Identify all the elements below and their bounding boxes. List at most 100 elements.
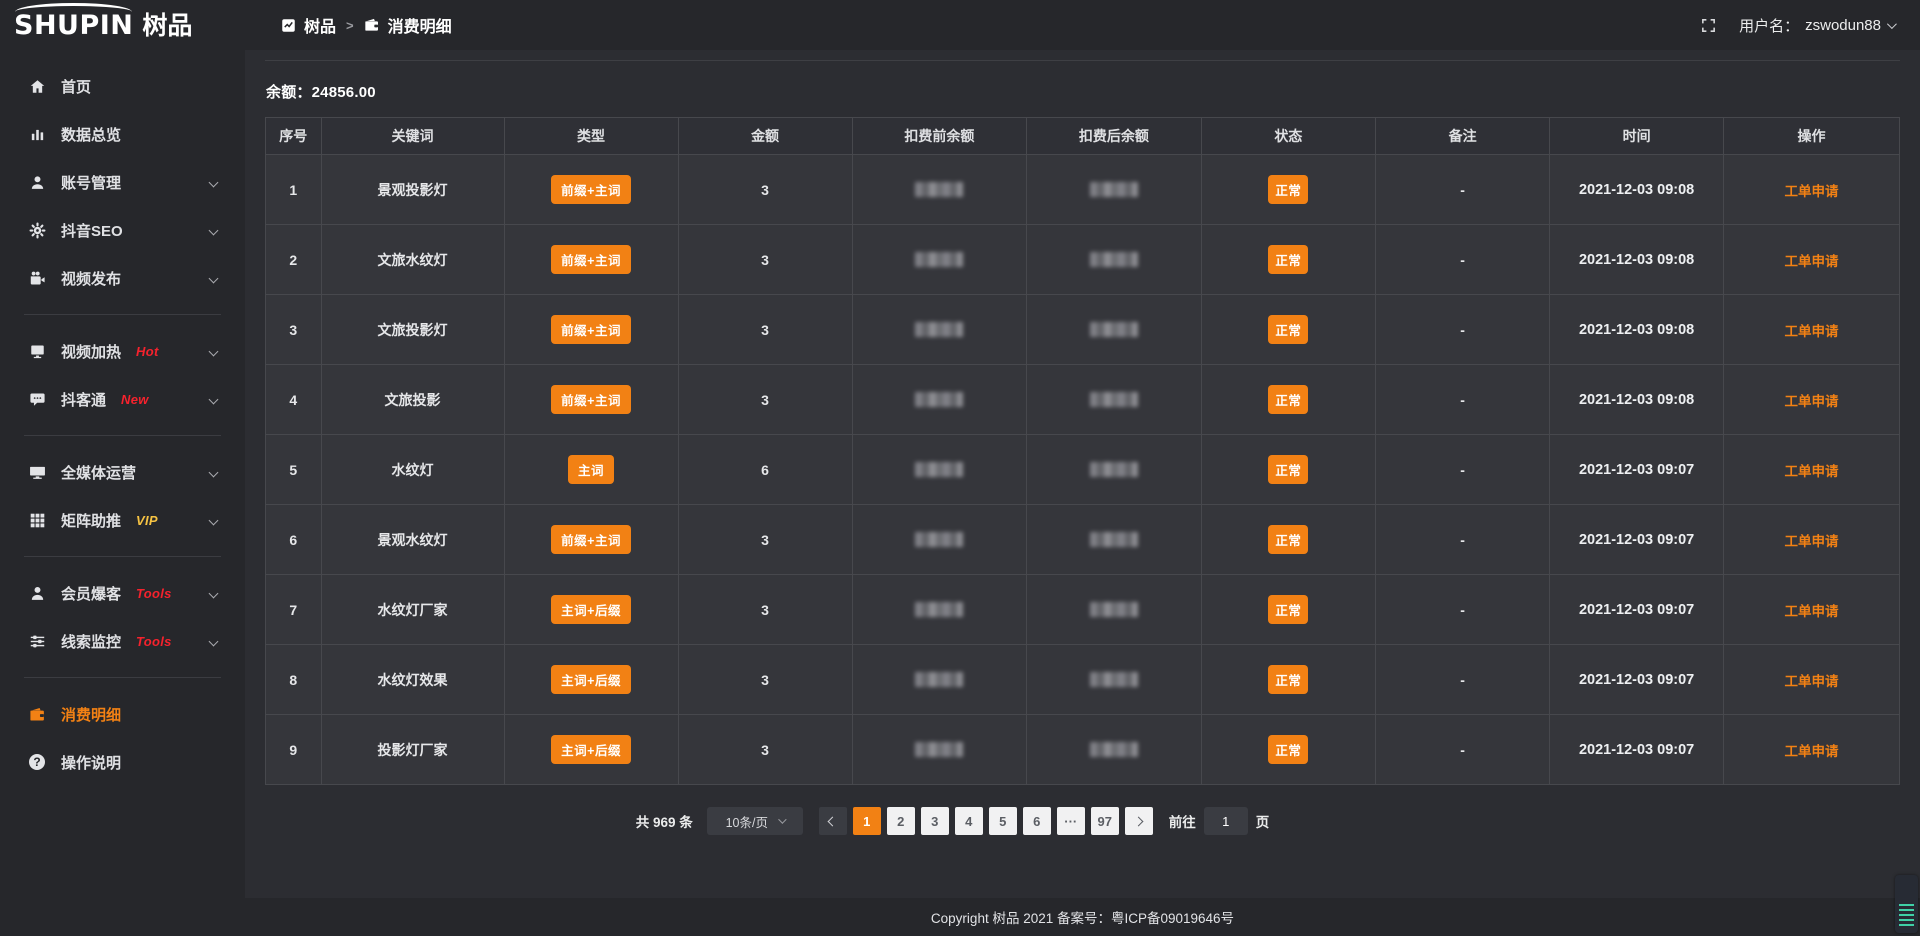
cell-remark: - — [1376, 295, 1550, 365]
ticket-apply-link[interactable]: 工单申请 — [1785, 604, 1839, 619]
ticket-apply-link[interactable]: 工单申请 — [1785, 674, 1839, 689]
ticket-apply-link[interactable]: 工单申请 — [1785, 184, 1839, 199]
cell-time: 2021-12-03 09:08 — [1550, 365, 1724, 435]
floating-widget[interactable] — [1895, 875, 1918, 933]
ticket-apply-link[interactable]: 工单申请 — [1785, 254, 1839, 269]
fullscreen-icon[interactable] — [1700, 17, 1717, 34]
column-header: 操作 — [1724, 118, 1900, 155]
sidebar-item-help[interactable]: ?操作说明 — [0, 738, 245, 786]
chevron-down-icon — [209, 515, 219, 525]
topbar-right: 用户名： zswodun88 — [1700, 15, 1920, 36]
sidebar-item-clue-monitor[interactable]: 线索监控Tools — [0, 617, 245, 665]
page-button-1[interactable]: 1 — [853, 807, 881, 835]
pagination: 共 969 条 10条/页 123456···97 前往 页 — [115, 807, 1790, 835]
user-icon — [28, 173, 46, 191]
column-header: 备注 — [1376, 118, 1550, 155]
sidebar-item-home[interactable]: 首页 — [0, 62, 245, 110]
ticket-apply-link[interactable]: 工单申请 — [1785, 394, 1839, 409]
cell-time: 2021-12-03 09:08 — [1550, 295, 1724, 365]
next-page-button[interactable] — [1125, 807, 1153, 835]
cell-action: 工单申请 — [1724, 155, 1900, 225]
sidebar-item-douketong[interactable]: 抖客通New — [0, 375, 245, 423]
cell-index: 2 — [266, 225, 322, 295]
censored-balance — [915, 252, 963, 267]
pagination-more-button[interactable]: ··· — [1057, 807, 1085, 835]
ticket-apply-link[interactable]: 工单申请 — [1785, 534, 1839, 549]
username: zswodun88 — [1805, 17, 1881, 34]
user-menu[interactable]: 用户名： zswodun88 — [1739, 15, 1894, 36]
ticket-apply-link[interactable]: 工单申请 — [1785, 324, 1839, 339]
page-button-2[interactable]: 2 — [887, 807, 915, 835]
cell-balance-after — [1027, 225, 1202, 295]
sidebar-item-consume-detail[interactable]: 消费明细 — [0, 690, 245, 738]
table-row: 5水纹灯主词6正常-2021-12-03 09:07工单申请 — [266, 435, 1900, 505]
goto-page-input[interactable] — [1204, 807, 1248, 835]
grid-icon — [28, 511, 46, 529]
page-button-5[interactable]: 5 — [989, 807, 1017, 835]
cell-amount: 3 — [678, 505, 852, 575]
cell-remark: - — [1376, 645, 1550, 715]
cell-keyword: 景观投影灯 — [321, 155, 504, 225]
cell-action: 工单申请 — [1724, 505, 1900, 575]
column-header: 类型 — [504, 118, 678, 155]
sidebar-divider — [24, 677, 221, 678]
cell-status: 正常 — [1201, 715, 1376, 785]
censored-balance — [915, 322, 963, 337]
logo-arc — [15, 3, 132, 13]
consumption-table: 序号关键词类型金额扣费前余额扣费后余额状态备注时间操作 1景观投影灯前缀+主词3… — [265, 117, 1900, 785]
prev-page-button[interactable] — [819, 807, 847, 835]
page-size-select[interactable]: 10条/页 — [707, 807, 803, 835]
brand-logo[interactable]: SHUPIN 树品 — [0, 12, 245, 39]
page-button-4[interactable]: 4 — [955, 807, 983, 835]
sidebar-item-account-manage[interactable]: 账号管理 — [0, 158, 245, 206]
sidebar-item-label: 数据总览 — [61, 124, 121, 145]
cell-index: 8 — [266, 645, 322, 715]
cell-balance-before — [852, 435, 1027, 505]
cell-balance-before — [852, 645, 1027, 715]
page-button-6[interactable]: 6 — [1023, 807, 1051, 835]
type-badge: 主词+后缀 — [551, 595, 631, 624]
sidebar-item-tag: Tools — [136, 586, 172, 601]
sidebar-item-data-overview[interactable]: 数据总览 — [0, 110, 245, 158]
cell-type: 主词+后缀 — [504, 645, 678, 715]
cell-type: 主词+后缀 — [504, 575, 678, 645]
cell-type: 前缀+主词 — [504, 295, 678, 365]
cell-remark: - — [1376, 575, 1550, 645]
sidebar-item-video-publish[interactable]: 视频发布 — [0, 254, 245, 302]
cell-status: 正常 — [1201, 645, 1376, 715]
censored-balance — [1090, 392, 1138, 407]
cell-remark: - — [1376, 365, 1550, 435]
ticket-apply-link[interactable]: 工单申请 — [1785, 464, 1839, 479]
page-button-97[interactable]: 97 — [1091, 807, 1119, 835]
table-row: 1景观投影灯前缀+主词3正常-2021-12-03 09:08工单申请 — [266, 155, 1900, 225]
breadcrumb-home[interactable]: 树品 — [304, 13, 336, 37]
censored-balance — [1090, 182, 1138, 197]
table-wrap: 序号关键词类型金额扣费前余额扣费后余额状态备注时间操作 1景观投影灯前缀+主词3… — [265, 117, 1900, 785]
sidebar-item-douyin-seo[interactable]: 抖音SEO — [0, 206, 245, 254]
cell-balance-before — [852, 575, 1027, 645]
sidebar-item-video-heat[interactable]: 视频加热Hot — [0, 327, 245, 375]
ticket-apply-link[interactable]: 工单申请 — [1785, 744, 1839, 759]
cell-action: 工单申请 — [1724, 295, 1900, 365]
column-header: 序号 — [266, 118, 322, 155]
cell-balance-before — [852, 225, 1027, 295]
video-camera-icon — [28, 269, 46, 287]
censored-balance — [915, 182, 963, 197]
chevron-down-icon — [209, 225, 219, 235]
chevron-down-icon — [209, 636, 219, 646]
sliders-icon — [28, 632, 46, 650]
chat-icon — [28, 390, 46, 408]
sidebar-item-matrix-boost[interactable]: 矩阵助推VIP — [0, 496, 245, 544]
sidebar-item-media-operation[interactable]: 全媒体运营 — [0, 448, 245, 496]
page-button-3[interactable]: 3 — [921, 807, 949, 835]
sidebar-item-member-burst[interactable]: 会员爆客Tools — [0, 569, 245, 617]
status-badge: 正常 — [1268, 665, 1308, 694]
table-row: 4文旅投影前缀+主词3正常-2021-12-03 09:08工单申请 — [266, 365, 1900, 435]
cell-keyword: 投影灯厂家 — [321, 715, 504, 785]
cell-balance-after — [1027, 505, 1202, 575]
cell-type: 前缀+主词 — [504, 155, 678, 225]
status-badge: 正常 — [1268, 525, 1308, 554]
cell-index: 6 — [266, 505, 322, 575]
cell-remark: - — [1376, 155, 1550, 225]
question-icon: ? — [28, 753, 46, 771]
